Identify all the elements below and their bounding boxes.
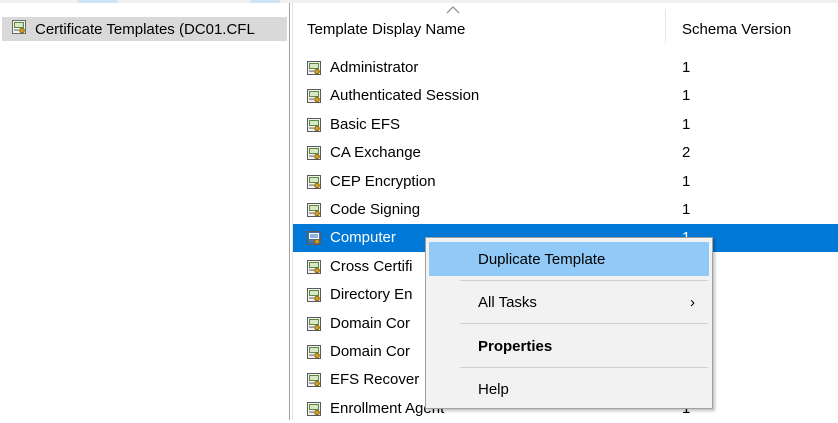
certificate-template-icon xyxy=(306,287,322,307)
certificate-template-icon xyxy=(306,202,322,222)
template-name: Authenticated Session xyxy=(330,87,480,105)
template-name: Administrator xyxy=(330,59,419,76)
pane-splitter[interactable] xyxy=(289,3,290,420)
table-row[interactable]: Administrator 1 xyxy=(293,54,838,82)
template-name: Code Signing xyxy=(330,201,421,218)
template-name: CA Exchange xyxy=(330,144,421,162)
menu-item-help[interactable]: Help xyxy=(429,372,709,406)
certificate-template-icon xyxy=(306,230,322,250)
menu-separator xyxy=(460,367,708,368)
table-row[interactable]: CEP Encryption 1 xyxy=(293,168,838,196)
template-name: Computer xyxy=(330,229,396,247)
tree-item-label: Certificate Templates (DC01.CFL xyxy=(35,20,255,38)
template-name: CEP Encryption xyxy=(330,172,436,190)
certificate-template-icon xyxy=(11,19,27,39)
schema-version: 1 xyxy=(682,115,691,133)
table-row[interactable]: CA Exchange 2 xyxy=(293,139,838,167)
context-menu: Duplicate Template All Tasks › Propertie… xyxy=(425,237,713,409)
certificate-template-icon xyxy=(306,88,322,108)
menu-item-label: Duplicate Template xyxy=(478,250,606,268)
schema-version: 1 xyxy=(682,201,691,218)
schema-version: 1 xyxy=(682,59,691,76)
chevron-right-icon: › xyxy=(690,294,695,311)
certificate-template-icon xyxy=(306,145,322,165)
menu-item-label: All Tasks xyxy=(478,293,537,311)
menu-item-duplicate-template[interactable]: Duplicate Template xyxy=(429,242,709,276)
column-divider[interactable] xyxy=(665,9,666,43)
schema-version: 1 xyxy=(682,87,691,105)
certificate-template-icon xyxy=(306,259,322,279)
certificate-template-icon xyxy=(306,60,322,80)
tree-pane: Certificate Templates (DC01.CFL xyxy=(0,3,289,420)
schema-version: 2 xyxy=(682,144,691,162)
sort-ascending-icon xyxy=(446,6,460,14)
column-header-template-display-name[interactable]: Template Display Name xyxy=(293,3,665,43)
template-name: Basic EFS xyxy=(330,115,401,133)
certificate-template-icon xyxy=(306,316,322,336)
table-row[interactable]: Authenticated Session 1 xyxy=(293,82,838,110)
template-name: Domain Cor xyxy=(330,314,411,332)
template-name: EFS Recover xyxy=(330,371,420,389)
certificate-template-icon xyxy=(306,401,322,421)
certificate-template-icon xyxy=(306,344,322,364)
menu-item-label: Help xyxy=(478,380,509,398)
menu-item-label: Properties xyxy=(478,337,553,355)
template-name: Domain Cor xyxy=(330,343,411,360)
table-row[interactable]: Code Signing 1 xyxy=(293,196,838,224)
template-name: Directory En xyxy=(330,286,413,304)
column-header-label: Template Display Name xyxy=(307,21,466,38)
table-row[interactable]: Basic EFS 1 xyxy=(293,111,838,139)
menu-separator xyxy=(460,323,708,324)
menu-separator xyxy=(460,280,708,281)
column-header-schema-version[interactable]: Schema Version xyxy=(669,3,838,43)
template-name: Cross Certifi xyxy=(330,257,413,275)
column-header-label: Schema Version xyxy=(682,21,792,38)
certificate-template-icon xyxy=(306,174,322,194)
menu-item-all-tasks[interactable]: All Tasks › xyxy=(429,285,709,319)
tree-item-certificate-templates[interactable]: Certificate Templates (DC01.CFL xyxy=(2,17,287,41)
menu-item-properties[interactable]: Properties xyxy=(429,329,709,363)
certificate-template-icon xyxy=(306,372,322,392)
schema-version: 1 xyxy=(682,172,691,190)
certificate-template-icon xyxy=(306,117,322,137)
